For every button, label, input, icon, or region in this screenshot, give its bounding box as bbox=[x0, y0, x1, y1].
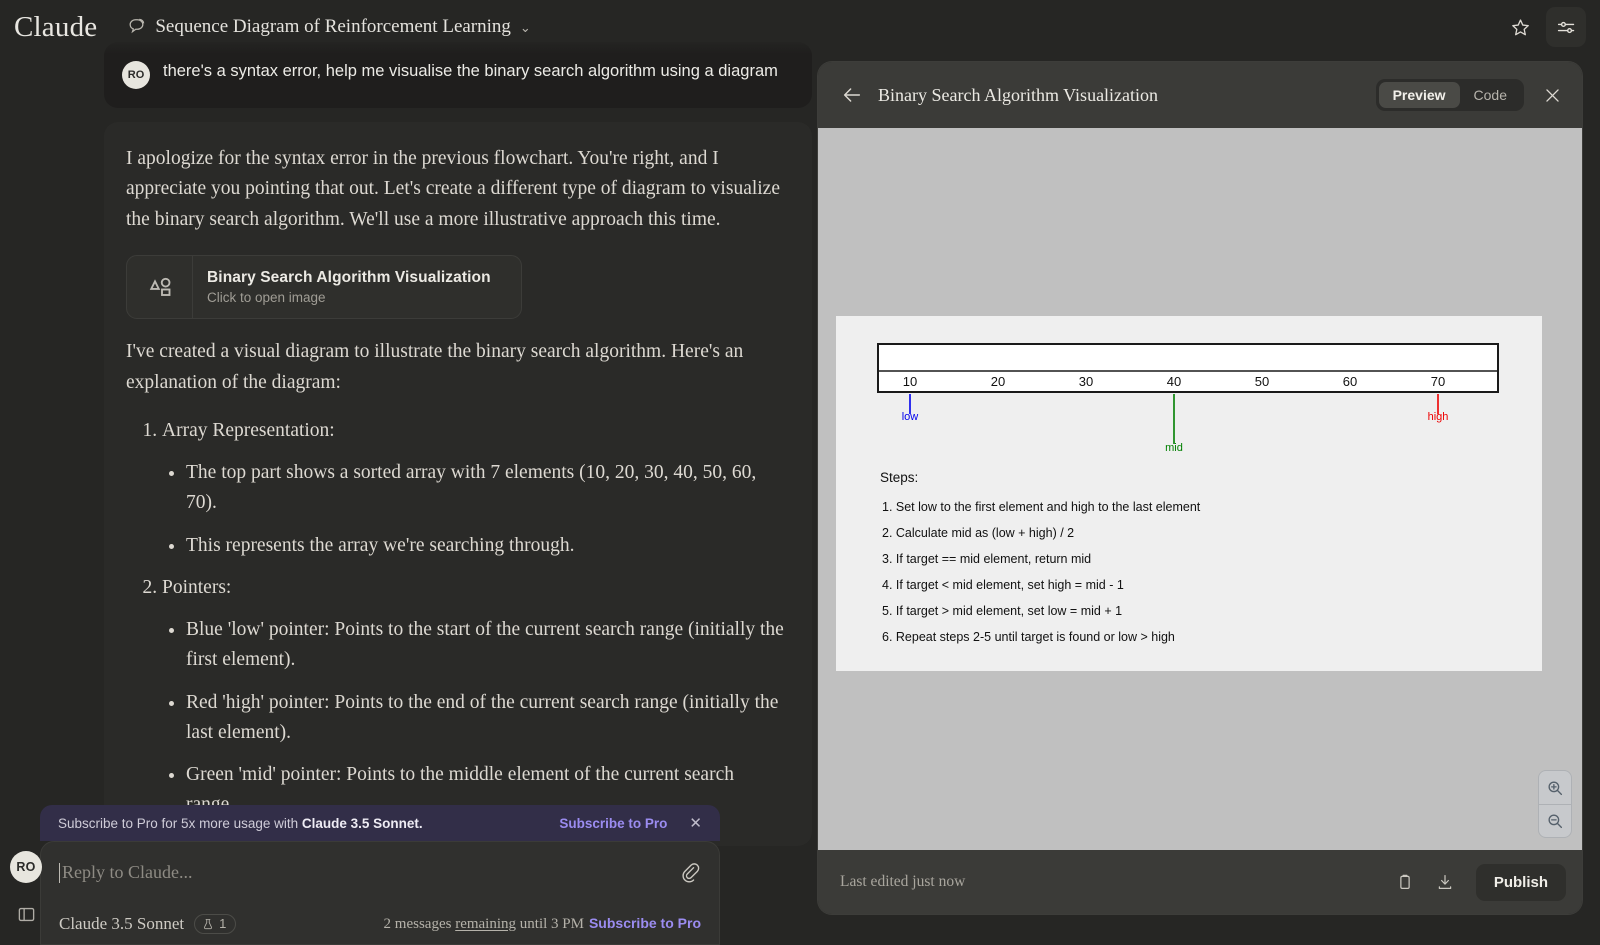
chat-messages: or make any modifications to it? RO ther… bbox=[104, 0, 812, 846]
settings-sliders-button[interactable] bbox=[1546, 7, 1586, 47]
usage-prefix: 2 messages bbox=[383, 916, 456, 932]
artifact-card-meta: Binary Search Algorithm Visualization Cl… bbox=[193, 256, 507, 318]
tab-code[interactable]: Code bbox=[1460, 82, 1521, 108]
avatar[interactable]: RO bbox=[10, 851, 42, 883]
mid-pointer: mid bbox=[1165, 394, 1183, 454]
low-pointer-label: low bbox=[902, 411, 919, 423]
list-item-label: Pointers: bbox=[162, 576, 232, 598]
subscribe-banner: Subscribe to Pro for 5x more usage with … bbox=[40, 805, 720, 841]
sub-list-item: The top part shows a sorted array with 7… bbox=[186, 458, 786, 518]
chat-scroll-area[interactable]: or make any modifications to it? RO ther… bbox=[52, 0, 812, 846]
artifact-panel-footer: Last edited just now Publish bbox=[818, 850, 1582, 914]
star-button[interactable] bbox=[1500, 7, 1540, 47]
steps-heading: Steps: bbox=[880, 470, 918, 485]
mid-pointer-label: mid bbox=[1165, 442, 1183, 454]
sub-list-item: Blue 'low' pointer: Points to the start … bbox=[186, 615, 786, 675]
list-item: Array Representation: The top part shows… bbox=[162, 416, 786, 561]
model-selector[interactable]: Claude 3.5 Sonnet bbox=[59, 914, 184, 934]
array-value: 50 bbox=[1255, 374, 1269, 389]
assistant-explanation-list: Array Representation: The top part shows… bbox=[126, 416, 786, 820]
attach-file-icon[interactable] bbox=[680, 862, 701, 888]
tab-preview[interactable]: Preview bbox=[1378, 82, 1460, 108]
array-value: 60 bbox=[1343, 374, 1357, 389]
zoom-out-icon[interactable] bbox=[1539, 804, 1571, 837]
assistant-paragraph-2: I've created a visual diagram to illustr… bbox=[126, 341, 744, 393]
artifact-card-title: Binary Search Algorithm Visualization bbox=[207, 269, 491, 287]
app-root: Claude Sequence Diagram of Reinforcement… bbox=[0, 0, 1600, 945]
user-avatar: RO bbox=[122, 61, 150, 89]
high-pointer: high bbox=[1428, 394, 1449, 423]
user-message-text: there's a syntax error, help me visualis… bbox=[163, 62, 778, 80]
subscribe-banner-text-plain: Subscribe to Pro for 5x more usage with bbox=[58, 815, 302, 831]
list-item-label: Array Representation: bbox=[162, 420, 335, 442]
low-pointer: low bbox=[902, 394, 919, 423]
subscribe-banner-model: Claude 3.5 Sonnet. bbox=[301, 815, 423, 831]
artifact-card-subtitle: Click to open image bbox=[207, 290, 326, 306]
composer-input-row: Reply to Claude... bbox=[41, 842, 719, 888]
composer-footer: Claude 3.5 Sonnet 1 2 messages remaining… bbox=[41, 914, 719, 934]
array-box bbox=[877, 343, 1499, 393]
text-caret bbox=[59, 863, 60, 883]
usage-status: 2 messages remaining until 3 PM Subscribe… bbox=[384, 915, 701, 933]
artifact-preview-area: 10 20 30 40 50 60 70 low mid high Steps:… bbox=[818, 128, 1582, 850]
usage-remaining: remaining bbox=[455, 916, 517, 932]
preview-code-toggle: Preview Code bbox=[1375, 79, 1524, 111]
sub-list: The top part shows a sorted array with 7… bbox=[186, 458, 786, 560]
artifact-panel-header: Binary Search Algorithm Visualization Pr… bbox=[818, 62, 1582, 128]
chat-column: or make any modifications to it? RO ther… bbox=[52, 0, 812, 945]
back-arrow-icon[interactable] bbox=[838, 81, 866, 109]
last-edited-status: Last edited just now bbox=[840, 873, 966, 890]
step-item: 2. Calculate mid as (low + high) / 2 bbox=[882, 526, 1074, 540]
experiments-chip[interactable]: 1 bbox=[194, 914, 237, 934]
step-item: 1. Set low to the first element and high… bbox=[882, 500, 1201, 514]
close-icon[interactable] bbox=[1538, 81, 1566, 109]
publish-button[interactable]: Publish bbox=[1475, 863, 1566, 901]
artifact-panel: Binary Search Algorithm Visualization Pr… bbox=[818, 62, 1582, 914]
chevron-down-icon: ⌄ bbox=[519, 19, 531, 35]
left-rail: RO bbox=[0, 54, 52, 945]
step-item: 5. If target > mid element, set low = mi… bbox=[882, 604, 1122, 618]
zoom-in-icon[interactable] bbox=[1539, 771, 1571, 804]
array-value: 70 bbox=[1431, 374, 1445, 389]
array-value: 20 bbox=[991, 374, 1005, 389]
artifact-shapes-icon bbox=[127, 256, 193, 319]
sub-list-item: Red 'high' pointer: Points to the end of… bbox=[186, 688, 786, 748]
brand-logo[interactable]: Claude bbox=[14, 11, 97, 44]
sub-list: Blue 'low' pointer: Points to the start … bbox=[186, 615, 786, 820]
reply-input[interactable]: Reply to Claude... bbox=[62, 862, 192, 883]
experiments-count: 1 bbox=[219, 916, 227, 931]
artifact-panel-title: Binary Search Algorithm Visualization bbox=[878, 84, 1159, 105]
assistant-paragraph-1: I apologize for the syntax error in the … bbox=[126, 148, 780, 230]
assistant-message: I apologize for the syntax error in the … bbox=[104, 122, 812, 846]
toggle-sidebar-button[interactable] bbox=[11, 899, 41, 929]
array-value: 40 bbox=[1167, 374, 1181, 389]
composer-subscribe-link[interactable]: Subscribe to Pro bbox=[589, 915, 701, 931]
array-value: 10 bbox=[903, 374, 917, 389]
chat-bubble-icon bbox=[127, 15, 146, 39]
diagram-svg: 10 20 30 40 50 60 70 low mid high Steps:… bbox=[877, 343, 1499, 644]
artifact-footer-actions: Publish bbox=[1388, 863, 1566, 901]
copy-clipboard-icon[interactable] bbox=[1388, 865, 1422, 899]
close-icon[interactable]: ✕ bbox=[689, 816, 702, 831]
artifact-preview-card[interactable]: Binary Search Algorithm Visualization Cl… bbox=[126, 255, 522, 320]
download-icon[interactable] bbox=[1428, 865, 1462, 899]
message-composer: Reply to Claude... Claude 3.5 Sonnet 1 2… bbox=[40, 841, 720, 945]
array-value: 30 bbox=[1079, 374, 1093, 389]
subscribe-to-pro-link[interactable]: Subscribe to Pro bbox=[559, 816, 667, 831]
list-item: Pointers: Blue 'low' pointer: Points to … bbox=[162, 573, 786, 820]
step-item: 6. Repeat steps 2-5 until target is foun… bbox=[882, 630, 1175, 644]
subscribe-banner-text: Subscribe to Pro for 5x more usage with … bbox=[58, 816, 423, 831]
usage-suffix: until 3 PM bbox=[516, 916, 584, 932]
zoom-controls bbox=[1538, 770, 1572, 838]
step-item: 4. If target < mid element, set high = m… bbox=[882, 578, 1124, 592]
conversation-title-button[interactable]: Sequence Diagram of Reinforcement Learni… bbox=[119, 11, 538, 43]
conversation-title: Sequence Diagram of Reinforcement Learni… bbox=[155, 16, 511, 37]
binary-search-diagram: 10 20 30 40 50 60 70 low mid high Steps:… bbox=[836, 316, 1542, 671]
top-bar: Claude Sequence Diagram of Reinforcement… bbox=[0, 0, 1600, 54]
high-pointer-label: high bbox=[1428, 411, 1449, 423]
explanation-ordered-list: Array Representation: The top part shows… bbox=[162, 416, 786, 820]
top-bar-actions bbox=[1500, 7, 1586, 47]
sub-list-item: This represents the array we're searchin… bbox=[186, 531, 786, 561]
step-item: 3. If target == mid element, return mid bbox=[882, 552, 1091, 566]
